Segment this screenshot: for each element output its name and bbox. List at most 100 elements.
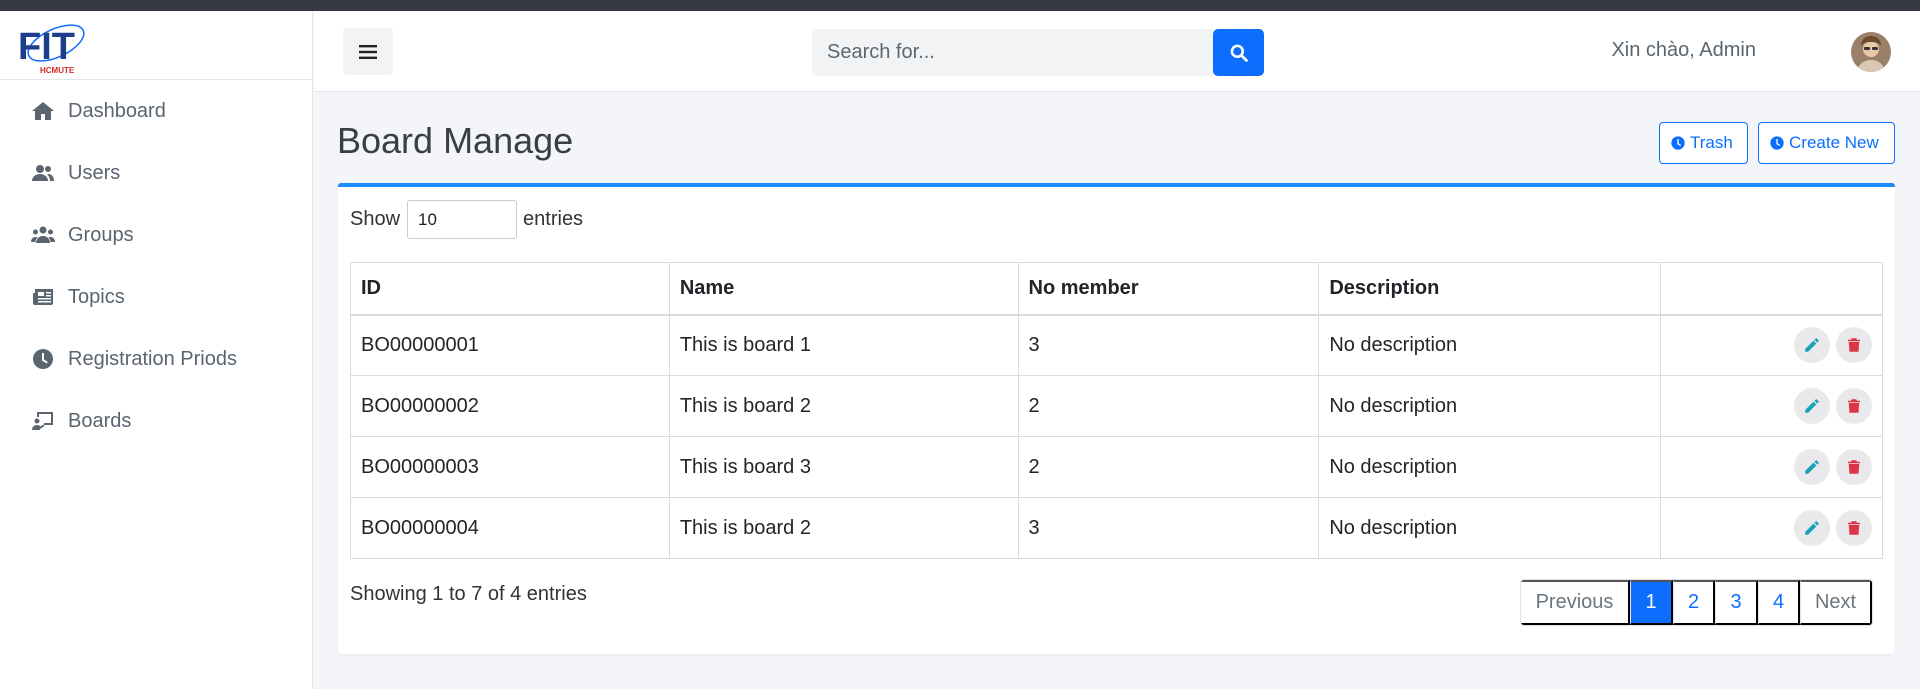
- delete-button[interactable]: [1836, 449, 1872, 485]
- delete-button[interactable]: [1836, 388, 1872, 424]
- entries-per-page-value: 10: [418, 209, 437, 229]
- cell-id: BO00000003: [350, 436, 670, 498]
- create-new-button-label: Create New: [1789, 133, 1879, 152]
- cell-name: This is board 2: [668, 497, 1019, 559]
- trash-button[interactable]: Trash: [1659, 122, 1748, 164]
- sidebar-item-dashboard[interactable]: Dashboard: [0, 80, 312, 142]
- pencil-icon: [1805, 521, 1819, 535]
- edit-button[interactable]: [1794, 449, 1830, 485]
- cell-members: 3: [1017, 314, 1320, 376]
- pagination-page-3[interactable]: 3: [1715, 580, 1758, 625]
- trash-icon: [1848, 460, 1860, 474]
- page-title: Board Manage: [337, 120, 574, 161]
- cell-name: This is board 1: [668, 314, 1019, 376]
- avatar[interactable]: [1851, 32, 1891, 72]
- users-icon: [30, 160, 56, 186]
- edit-button[interactable]: [1794, 327, 1830, 364]
- cell-actions: [1660, 375, 1883, 437]
- delete-button[interactable]: [1836, 327, 1872, 364]
- boards-table: ID Name No member Description BO00000001…: [350, 262, 1883, 559]
- svg-text:FIT: FIT: [18, 26, 75, 68]
- sidebar-nav: Dashboard Users Groups Topics Registrati…: [0, 80, 312, 452]
- column-header-description[interactable]: Description: [1318, 262, 1662, 316]
- cell-actions: [1660, 314, 1883, 376]
- user-greeting[interactable]: Xin chào, Admin: [1611, 39, 1756, 62]
- pencil-icon: [1805, 460, 1819, 474]
- trash-button-label: Trash: [1690, 133, 1733, 152]
- cell-description: No description: [1318, 497, 1662, 559]
- table-row: BO00000004 This is board 2 3 No descript…: [350, 497, 1883, 559]
- entries-label: entries: [523, 208, 584, 230]
- sidebar-item-label: Registration Priods: [68, 347, 237, 370]
- cell-actions: [1660, 436, 1883, 498]
- cell-id: BO00000001: [350, 314, 670, 376]
- cell-members: 2: [1017, 436, 1320, 498]
- cell-id: BO00000004: [350, 497, 670, 559]
- sidebar-toggle-button[interactable]: [343, 28, 393, 75]
- hamburger-icon: [359, 44, 377, 59]
- boards-card: Show 10 entries ID Name No member Descri…: [338, 183, 1895, 654]
- fit-logo: FIT HCMUTE: [18, 24, 85, 75]
- cell-description: No description: [1318, 436, 1662, 498]
- entries-length-control: Show 10 entries: [350, 200, 583, 239]
- search-button[interactable]: [1213, 29, 1264, 76]
- edit-button[interactable]: [1794, 510, 1830, 546]
- table-row: BO00000002 This is board 2 2 No descript…: [350, 375, 1883, 437]
- table-info: Showing 1 to 7 of 4 entries: [350, 583, 587, 605]
- pencil-icon: [1805, 399, 1819, 413]
- sidebar-item-registration-periods[interactable]: Registration Priods: [0, 328, 312, 390]
- pagination-page-2[interactable]: 2: [1673, 580, 1715, 625]
- top-header: Xin chào, Admin: [314, 11, 1920, 92]
- column-header-no-member[interactable]: No member: [1017, 262, 1320, 316]
- search-input[interactable]: [812, 29, 1213, 76]
- pagination-next[interactable]: Next: [1800, 580, 1872, 625]
- sidebar-item-label: Dashboard: [68, 99, 166, 122]
- sidebar-item-boards[interactable]: Boards: [0, 390, 312, 452]
- trash-icon: [1848, 521, 1860, 535]
- trash-icon: [1848, 338, 1860, 352]
- groups-icon: [30, 222, 56, 248]
- board-icon: [30, 408, 56, 434]
- show-label: Show: [350, 208, 401, 230]
- sidebar-item-topics[interactable]: Topics: [0, 266, 312, 328]
- search-bar: [812, 29, 1264, 76]
- clock-icon: [1770, 136, 1784, 150]
- column-header-actions: [1660, 262, 1883, 316]
- browser-top-strip: [0, 0, 1920, 11]
- newspaper-icon: [30, 284, 56, 310]
- sidebar: FIT HCMUTE Dashboard Users Groups Topics…: [0, 11, 313, 689]
- sidebar-item-label: Groups: [68, 223, 134, 246]
- cell-actions: [1660, 497, 1883, 559]
- table-header-row: ID Name No member Description: [350, 262, 1883, 316]
- home-icon: [30, 98, 56, 124]
- pagination-previous[interactable]: Previous: [1521, 580, 1630, 625]
- pencil-icon: [1805, 338, 1819, 352]
- brand[interactable]: FIT HCMUTE: [0, 11, 312, 80]
- cell-id: BO00000002: [350, 375, 670, 437]
- pagination-page-4[interactable]: 4: [1758, 580, 1800, 625]
- table-row: BO00000003 This is board 3 2 No descript…: [350, 436, 1883, 498]
- delete-button[interactable]: [1836, 510, 1872, 546]
- clock-icon: [1671, 136, 1685, 150]
- cell-name: This is board 2: [668, 375, 1019, 437]
- trash-icon: [1848, 399, 1860, 413]
- pagination: Previous 1 2 3 4 Next: [1520, 579, 1873, 626]
- edit-button[interactable]: [1794, 388, 1830, 424]
- search-icon: [1230, 44, 1248, 62]
- sidebar-item-label: Topics: [68, 285, 125, 308]
- pagination-page-1[interactable]: 1: [1630, 580, 1673, 625]
- create-new-button[interactable]: Create New: [1758, 122, 1895, 164]
- sidebar-item-groups[interactable]: Groups: [0, 204, 312, 266]
- cell-name: This is board 3: [668, 436, 1019, 498]
- table-row: BO00000001 This is board 1 3 No descript…: [350, 314, 1883, 376]
- cell-description: No description: [1318, 314, 1662, 376]
- cell-description: No description: [1318, 375, 1662, 437]
- column-header-name[interactable]: Name: [668, 262, 1019, 316]
- clock-icon: [30, 346, 56, 372]
- entries-per-page-input[interactable]: 10: [407, 200, 518, 239]
- cell-members: 2: [1017, 375, 1320, 437]
- sidebar-item-users[interactable]: Users: [0, 142, 312, 204]
- sidebar-item-label: Boards: [68, 409, 132, 432]
- cell-members: 3: [1017, 497, 1320, 559]
- column-header-id[interactable]: ID: [350, 262, 670, 316]
